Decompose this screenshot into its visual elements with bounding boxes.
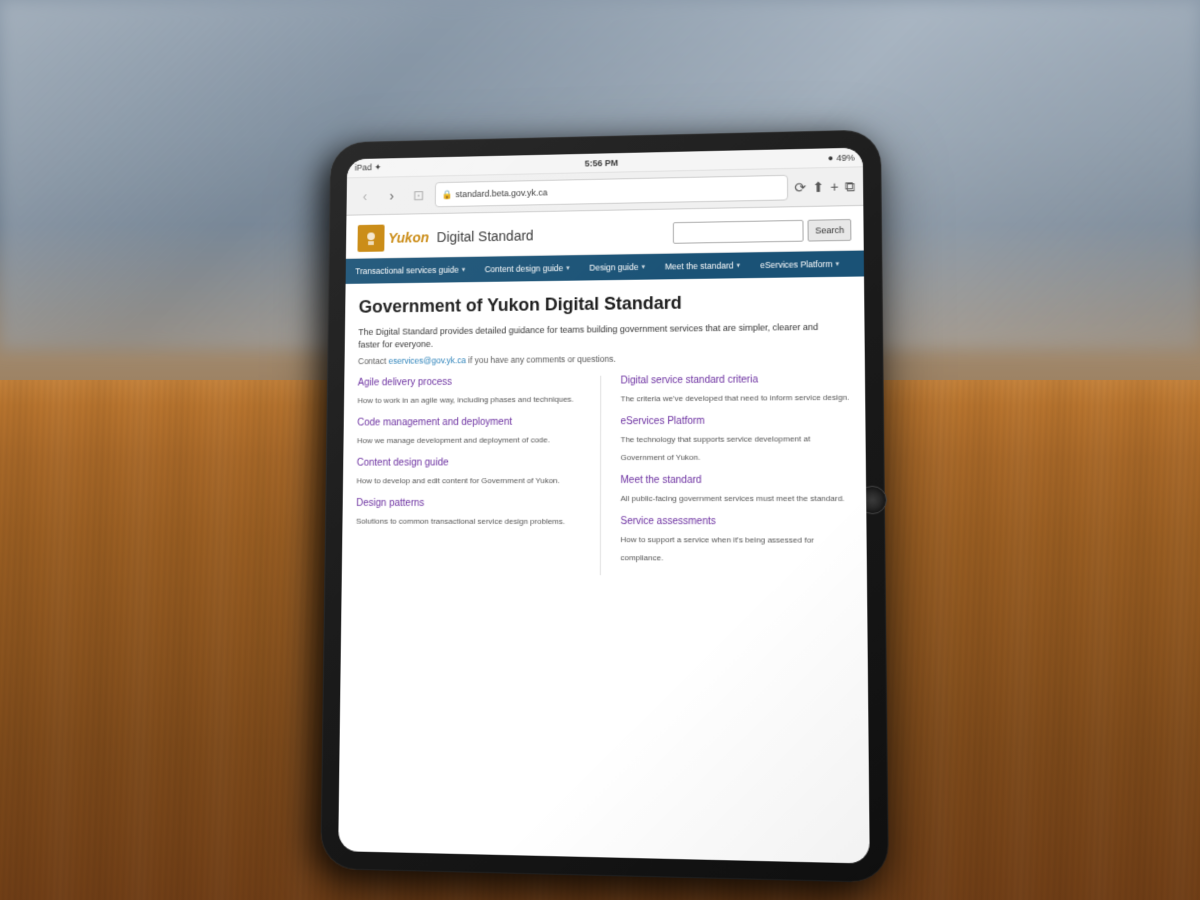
- link-code: Code management and deployment How we ma…: [357, 416, 580, 448]
- link-service-assessments: Service assessments How to support a ser…: [620, 516, 852, 566]
- tabs-button[interactable]: ⧉: [845, 178, 855, 195]
- link-eservices-desc: The technology that supports service dev…: [621, 434, 811, 462]
- new-tab-button[interactable]: +: [830, 179, 838, 195]
- address-bar[interactable]: 🔒 standard.beta.gov.yk.ca: [435, 175, 789, 207]
- yukon-logo: Yukon: [357, 224, 429, 252]
- link-content-design: Content design guide How to develop and …: [356, 457, 579, 488]
- status-time: 5:56 PM: [585, 157, 618, 167]
- nav-item-content[interactable]: Content design guide ▾: [475, 255, 580, 282]
- nav-arrow-4: ▾: [836, 260, 840, 268]
- link-service-assessments-desc: How to support a service when it's being…: [620, 535, 814, 562]
- link-service-assessments-title[interactable]: Service assessments: [620, 516, 852, 527]
- contact-email[interactable]: eservices@gov.yk.ca: [388, 355, 466, 365]
- nav-item-design[interactable]: Design guide ▾: [579, 254, 654, 281]
- bookmarks-button[interactable]: ⊡: [408, 184, 429, 206]
- main-content: Government of Yukon Digital Standard The…: [342, 276, 867, 590]
- right-column: Digital service standard criteria The cr…: [620, 373, 852, 576]
- page-title: Government of Yukon Digital Standard: [359, 291, 850, 319]
- nav-arrow-1: ▾: [566, 264, 569, 272]
- nav-item-eservices[interactable]: eServices Platform ▾: [750, 251, 849, 278]
- header-search: Search: [673, 219, 851, 244]
- ipad-container: iPad ✦ 5:56 PM ● 49% ‹ › ⊡ 🔒: [320, 129, 889, 883]
- wifi-icon: ●: [828, 153, 834, 163]
- nav-arrow-3: ▾: [736, 261, 740, 269]
- link-meet-standard-desc: All public-facing government services mu…: [620, 493, 844, 502]
- link-design-patterns: Design patterns Solutions to common tran…: [356, 498, 580, 529]
- link-meet-standard-title[interactable]: Meet the standard: [621, 474, 852, 485]
- content-columns: Agile delivery process How to work in an…: [355, 373, 852, 576]
- nav-item-transactional[interactable]: Transactional services guide ▾: [346, 257, 475, 284]
- nav-arrow-0: ▾: [462, 266, 465, 274]
- battery-level: 49%: [836, 152, 854, 162]
- scene: iPad ✦ 5:56 PM ● 49% ‹ › ⊡ 🔒: [0, 0, 1200, 900]
- column-divider: [599, 375, 600, 574]
- browser-actions: ⟳ ⬆ + ⧉: [794, 178, 855, 196]
- ipad-label: iPad ✦: [355, 162, 382, 173]
- forward-button[interactable]: ›: [381, 185, 402, 207]
- url-text: standard.beta.gov.yk.ca: [455, 188, 547, 200]
- yukon-wordmark: Yukon: [388, 230, 429, 246]
- link-meet-standard: Meet the standard All public-facing gove…: [620, 474, 851, 505]
- link-digital-criteria: Digital service standard criteria The cr…: [621, 373, 851, 406]
- link-code-desc: How we manage development and deployment…: [357, 435, 550, 445]
- contact-line: Contact eservices@gov.yk.ca if you have …: [358, 351, 851, 365]
- yukon-emblem: [357, 225, 384, 252]
- link-content-design-title[interactable]: Content design guide: [357, 457, 580, 468]
- status-right: ● 49%: [828, 152, 855, 162]
- nav-item-meet[interactable]: Meet the standard ▾: [655, 252, 750, 279]
- left-column: Agile delivery process How to work in an…: [355, 376, 580, 575]
- website-content: Yukon Digital Standard Search Transactio…: [338, 206, 869, 844]
- link-digital-criteria-title[interactable]: Digital service standard criteria: [621, 373, 851, 386]
- refresh-button[interactable]: ⟳: [794, 179, 806, 196]
- status-left: iPad ✦: [355, 162, 382, 173]
- page-description: The Digital Standard provides detailed g…: [358, 320, 834, 352]
- link-design-patterns-title[interactable]: Design patterns: [356, 498, 579, 509]
- site-title: Digital Standard: [437, 228, 534, 245]
- search-button[interactable]: Search: [808, 219, 851, 242]
- ipad-screen: iPad ✦ 5:56 PM ● 49% ‹ › ⊡ 🔒: [338, 148, 870, 864]
- link-agile: Agile delivery process How to work in an…: [357, 376, 579, 408]
- link-content-design-desc: How to develop and edit content for Gove…: [356, 476, 559, 485]
- link-eservices-title[interactable]: eServices Platform: [621, 415, 851, 427]
- link-agile-title[interactable]: Agile delivery process: [358, 376, 580, 389]
- link-code-title[interactable]: Code management and deployment: [357, 416, 580, 428]
- back-button[interactable]: ‹: [354, 185, 375, 206]
- link-design-patterns-desc: Solutions to common transactional servic…: [356, 516, 565, 525]
- ipad-shell: iPad ✦ 5:56 PM ● 49% ‹ › ⊡ 🔒: [320, 129, 889, 883]
- share-button[interactable]: ⬆: [812, 178, 824, 195]
- link-digital-criteria-desc: The criteria we've developed that need t…: [621, 392, 850, 403]
- search-input[interactable]: [673, 220, 804, 244]
- nav-arrow-2: ▾: [641, 263, 644, 271]
- lock-icon: 🔒: [442, 189, 453, 200]
- link-eservices: eServices Platform The technology that s…: [621, 415, 852, 465]
- link-agile-desc: How to work in an agile way, including p…: [357, 394, 573, 404]
